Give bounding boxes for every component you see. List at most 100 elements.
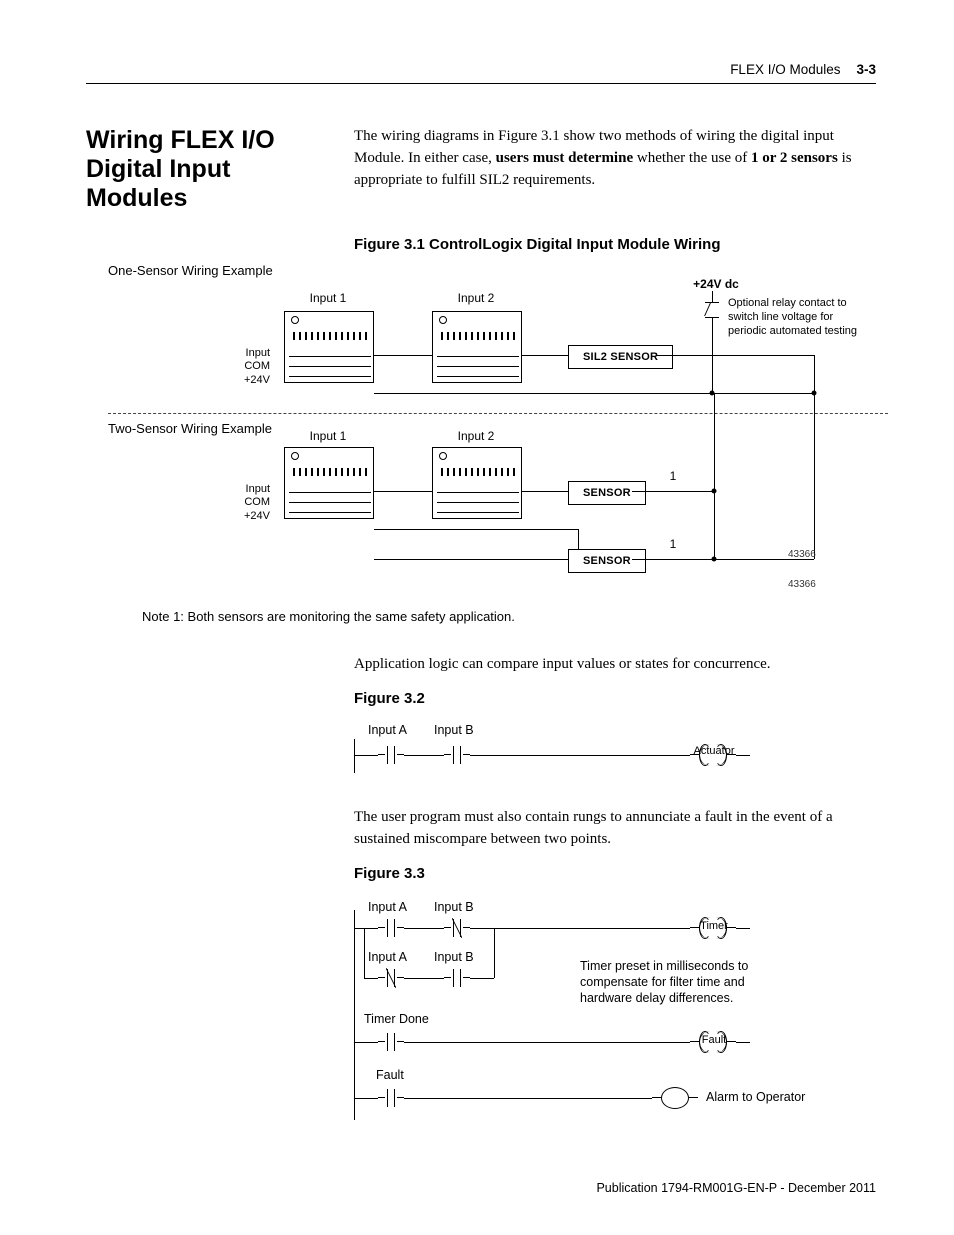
figure-3-3-caption: Figure 3.3	[354, 865, 876, 882]
rung	[404, 1042, 690, 1043]
wire	[814, 393, 815, 559]
wire	[632, 491, 714, 492]
example-separator	[108, 413, 888, 414]
label-input-a-2: Input A	[368, 950, 407, 964]
label-timer-done: Timer Done	[364, 1012, 429, 1026]
wire	[632, 559, 714, 560]
rung	[354, 928, 378, 929]
sil2-sensor-box: SIL2 SENSOR	[568, 345, 673, 369]
figure-3-1-note: Note 1: Both sensors are monitoring the …	[142, 609, 876, 624]
rung	[354, 1098, 378, 1099]
wire	[656, 355, 814, 356]
wire	[374, 529, 578, 530]
figure-3-2: Figure 3.2 Actuator Input A Input B	[86, 690, 876, 789]
relay-description: Optional relay contact to switch line vo…	[728, 297, 858, 338]
contact-input-b	[444, 745, 470, 765]
label-input2-b: Input 2	[446, 429, 506, 443]
label-fault: Fault	[376, 1068, 404, 1082]
body-para-fault: The user program must also contain rungs…	[354, 807, 876, 851]
rung	[736, 1042, 750, 1043]
wire	[712, 291, 713, 302]
body-para-concurrence: Application logic can compare input valu…	[354, 654, 876, 676]
two-sensor-title: Two-Sensor Wiring Example	[108, 421, 272, 436]
row-com: COM	[244, 360, 270, 372]
rung	[470, 755, 690, 756]
label-24vdc: +24V dc	[676, 277, 756, 291]
branch	[364, 928, 365, 978]
row-labels-two: Input COM +24V	[230, 483, 270, 523]
contact-fault	[378, 1088, 404, 1108]
row-labels-one: Input COM +24V	[230, 347, 270, 387]
intro-strong-1: users must determine	[496, 150, 633, 166]
wire-dot	[712, 489, 717, 494]
sensor-box-1: SENSOR	[568, 481, 646, 505]
rung	[404, 1098, 652, 1099]
rung	[736, 755, 750, 756]
relay-contact-icon	[705, 302, 719, 318]
runhead-title: FLEX I/O Modules	[730, 62, 840, 77]
left-rail	[354, 739, 355, 773]
figure-3-1: Figure 3.1 ControlLogix Digital Input Mo…	[86, 236, 876, 624]
note-ref-1b: 1	[668, 537, 678, 551]
intro-text-2: whether the use of	[633, 150, 751, 166]
contact-timer-done	[378, 1032, 404, 1052]
intro-strong-2: 1 or 2 sensors	[751, 150, 838, 166]
publication-footer: Publication 1794-RM001G-EN-P - December …	[596, 1181, 876, 1195]
contact-xio-b1	[444, 918, 470, 938]
coil-timer-text: Timer	[694, 920, 734, 932]
figure-3-1-caption: Figure 3.1 ControlLogix Digital Input Mo…	[354, 236, 876, 253]
label-input-a: Input A	[368, 723, 407, 737]
branch	[494, 928, 495, 978]
module-1b	[284, 447, 374, 519]
rung	[470, 978, 494, 979]
module-2a	[432, 311, 522, 383]
section-lead: Wiring FLEX I/O Digital Input Modules Th…	[86, 126, 876, 212]
sensor-box-2: SENSOR	[568, 549, 646, 573]
left-rail	[354, 910, 355, 1120]
coil-alarm	[652, 1087, 698, 1109]
module-2b	[432, 447, 522, 519]
rung	[354, 1042, 378, 1043]
rung	[494, 928, 690, 929]
rung	[364, 978, 378, 979]
label-input2: Input 2	[446, 291, 506, 305]
label-input-b-1: Input B	[434, 900, 474, 914]
rung	[736, 928, 750, 929]
ladder-fig33: Timer Input A Input B Input A Input B Ti…	[354, 890, 774, 1130]
wiring-diagram: One-Sensor Wiring Example Input 1 Input …	[108, 261, 888, 601]
coil-actuator-text: Actuator	[692, 745, 736, 757]
wire	[374, 355, 432, 356]
row-input-b: Input	[246, 483, 270, 495]
one-sensor-title: One-Sensor Wiring Example	[108, 263, 273, 278]
rung	[404, 755, 444, 756]
figure-3-3: Figure 3.3 Timer Input A Input B Input A…	[86, 865, 876, 1130]
coil-fault-text: Fault	[696, 1034, 732, 1046]
runhead-page: 3-3	[856, 62, 876, 77]
row-input: Input	[246, 347, 270, 359]
rung	[404, 928, 444, 929]
label-input-b: Input B	[434, 723, 474, 737]
ladder-fig32: Actuator Input A Input B	[354, 715, 774, 789]
label-input1: Input 1	[298, 291, 358, 305]
rung	[470, 928, 494, 929]
wire	[712, 318, 713, 393]
wire	[814, 355, 815, 393]
contact-xic-a1	[378, 918, 404, 938]
timer-note: Timer preset in milliseconds to compensa…	[580, 958, 770, 1007]
drawing-id-2: 43366	[788, 579, 816, 590]
note-ref-1: 1	[668, 469, 678, 483]
row-24v: +24V	[244, 374, 270, 386]
label-input-a-1: Input A	[368, 900, 407, 914]
figure-3-2-caption: Figure 3.2	[354, 690, 876, 707]
running-head: FLEX I/O Modules 3-3	[86, 62, 876, 84]
wire	[374, 559, 578, 560]
section-heading: Wiring FLEX I/O Digital Input Modules	[86, 126, 326, 212]
contact-input-a	[378, 745, 404, 765]
rung	[354, 755, 378, 756]
row-com-b: COM	[244, 496, 270, 508]
wire	[374, 393, 814, 394]
section-intro: The wiring diagrams in Figure 3.1 show t…	[354, 126, 876, 212]
module-1a	[284, 311, 374, 383]
label-input1-b: Input 1	[298, 429, 358, 443]
wire	[714, 393, 715, 559]
